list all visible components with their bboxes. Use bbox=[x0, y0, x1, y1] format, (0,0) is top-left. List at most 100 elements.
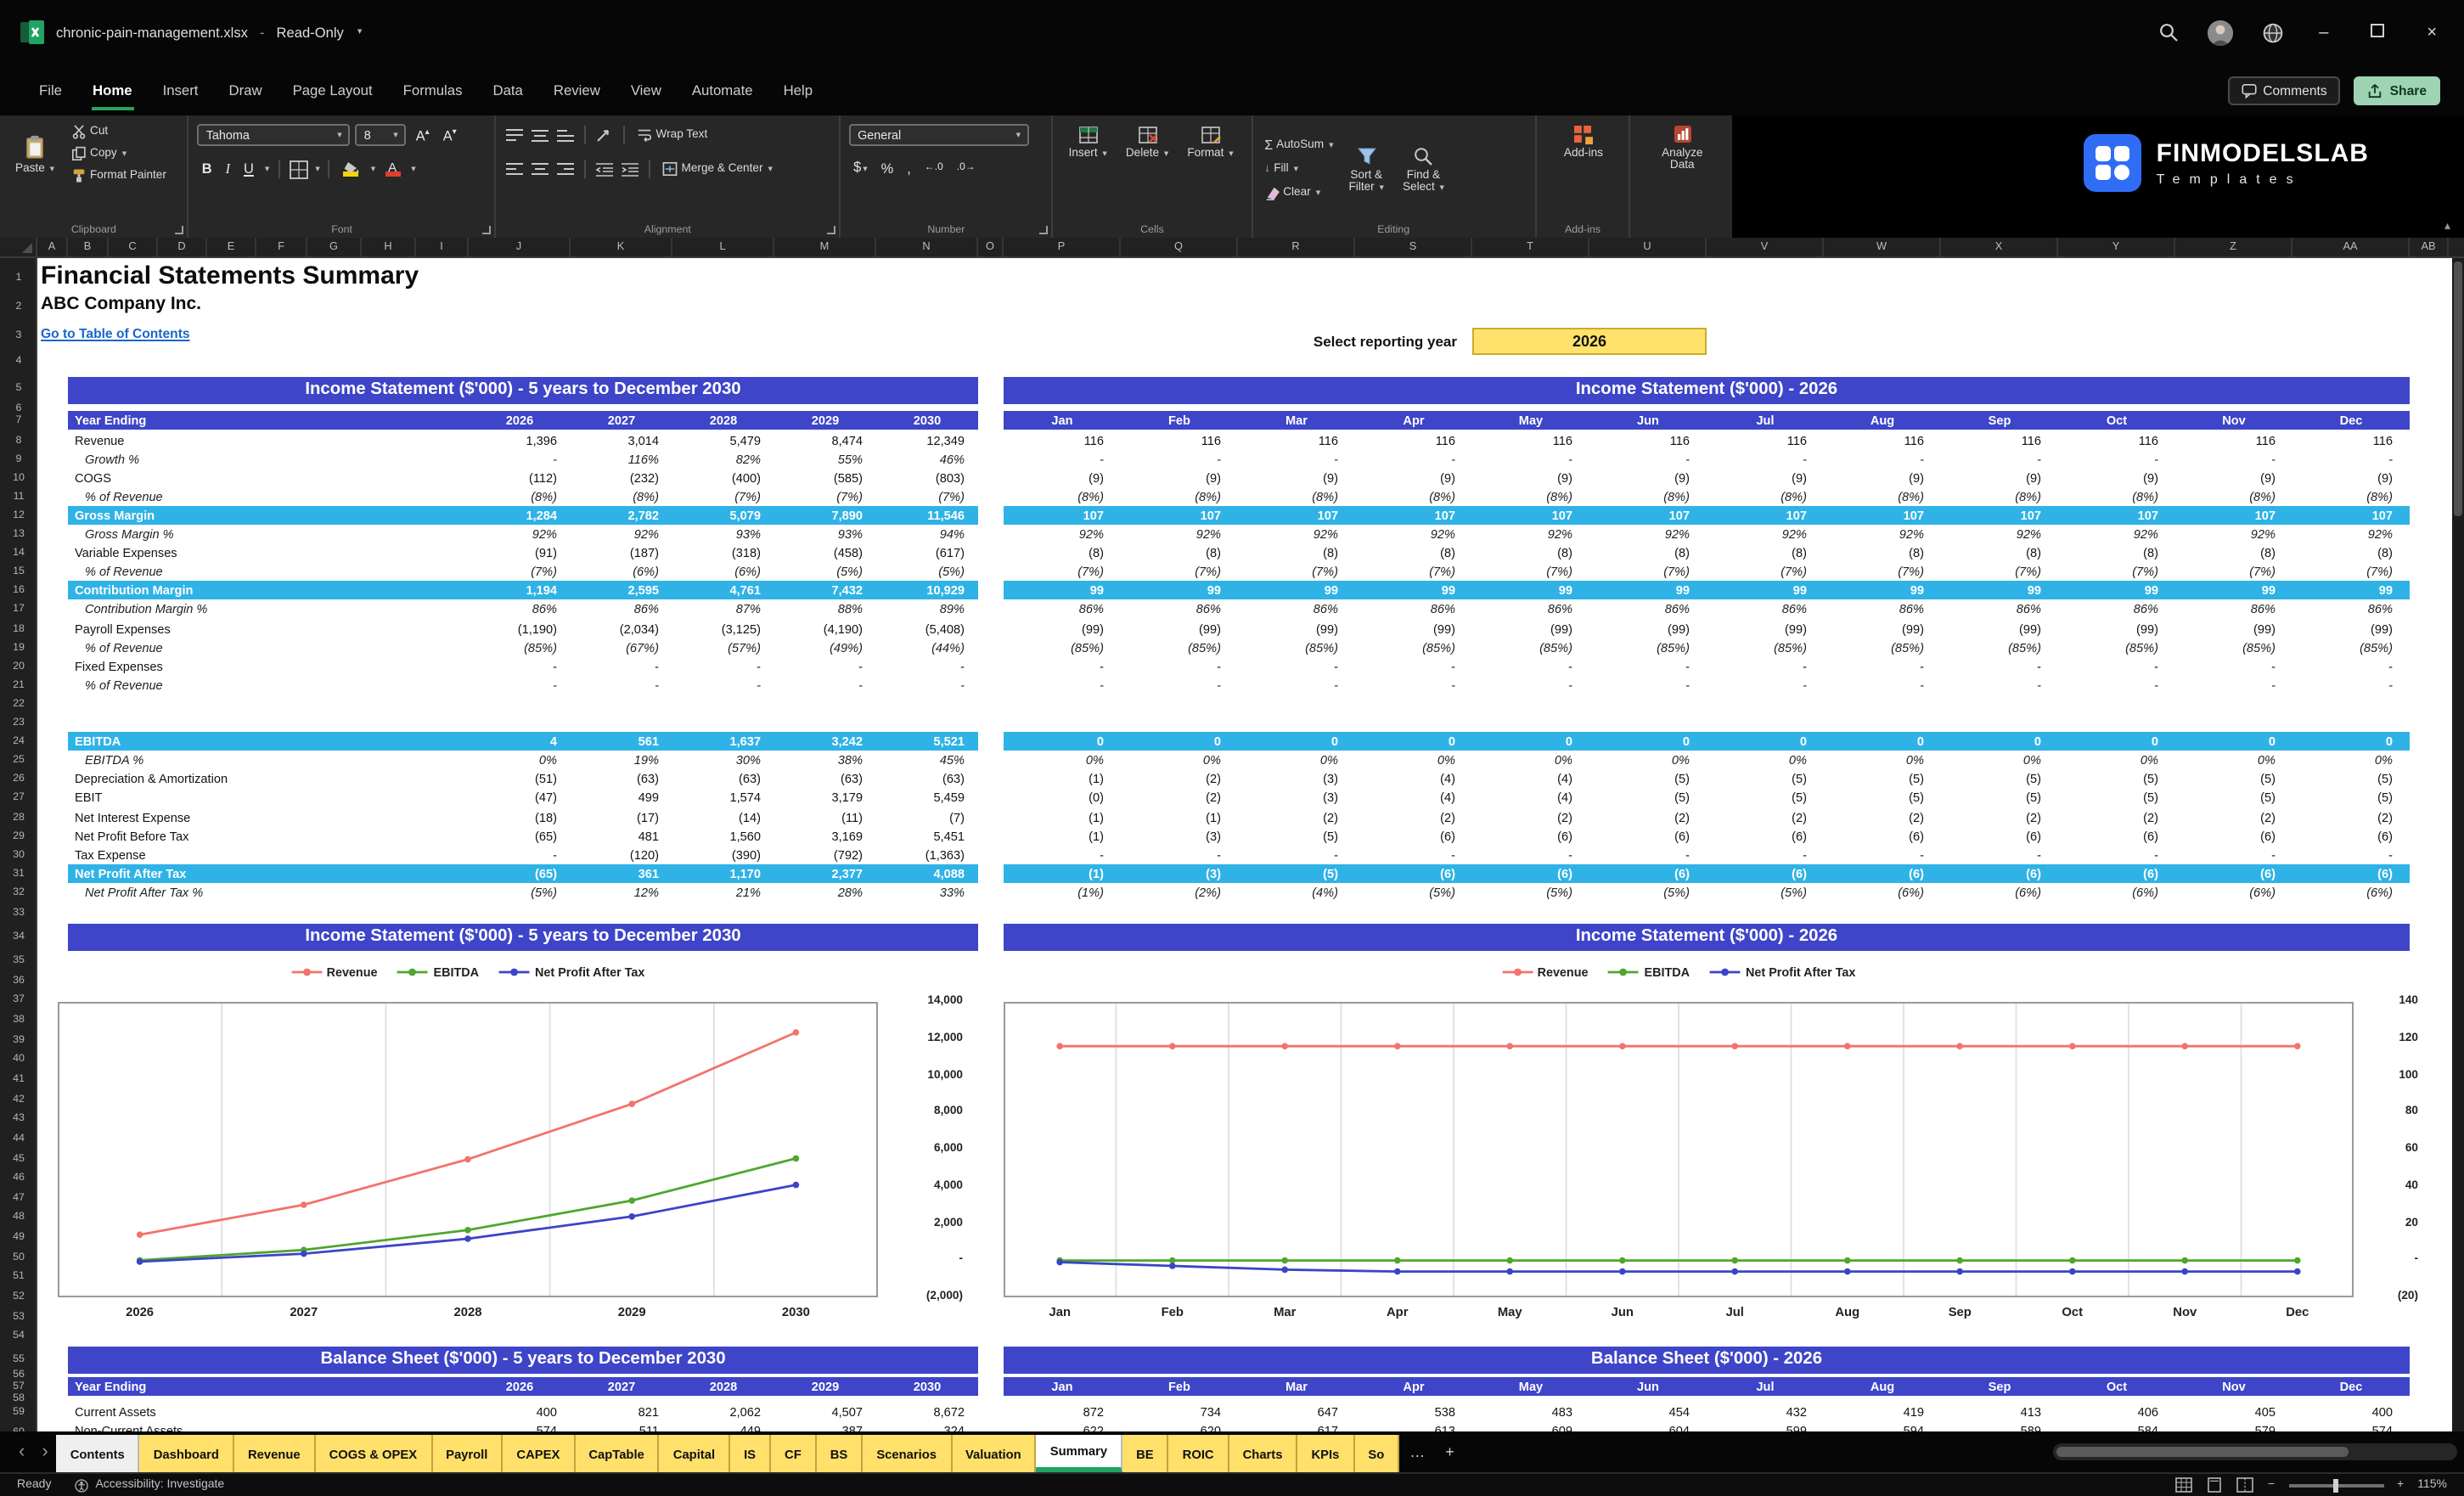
column-header-aa[interactable]: AA bbox=[2292, 238, 2410, 256]
row-header-15[interactable]: 15 bbox=[0, 562, 37, 581]
column-header-x[interactable]: X bbox=[1941, 238, 2058, 256]
sheet-tab-bs[interactable]: BS bbox=[816, 1435, 864, 1472]
row-header-22[interactable]: 22 bbox=[0, 695, 37, 713]
accounting-format-button[interactable]: $ ▾ bbox=[849, 156, 872, 182]
row-header-20[interactable]: 20 bbox=[0, 656, 37, 675]
row-header-39[interactable]: 39 bbox=[0, 1030, 37, 1049]
decrease-indent-button[interactable] bbox=[595, 159, 616, 179]
orientation-button[interactable] bbox=[595, 125, 616, 145]
row-header-26[interactable]: 26 bbox=[0, 770, 37, 789]
sheet-tab-scenarios[interactable]: Scenarios bbox=[863, 1435, 952, 1472]
row-header-49[interactable]: 49 bbox=[0, 1228, 37, 1247]
sheet-tab-so[interactable]: So bbox=[1354, 1435, 1400, 1472]
decrease-decimal-button[interactable]: .0→ bbox=[953, 158, 980, 180]
search-icon[interactable] bbox=[2157, 22, 2178, 42]
font-dialog-launcher[interactable] bbox=[482, 226, 492, 234]
increase-font-size-button[interactable]: A▴ bbox=[412, 122, 434, 147]
format-cells-button[interactable]: Format ▾ bbox=[1180, 121, 1240, 163]
reporting-year-input[interactable]: 2026 bbox=[1472, 328, 1707, 355]
tabs-scroll-left-button[interactable]: ‹ bbox=[10, 1431, 33, 1472]
align-bottom-button[interactable] bbox=[556, 125, 577, 145]
row-header-17[interactable]: 17 bbox=[0, 600, 37, 619]
row-header-53[interactable]: 53 bbox=[0, 1307, 37, 1326]
row-header-38[interactable]: 38 bbox=[0, 1010, 37, 1030]
clear-button[interactable]: Clear ▾ bbox=[1261, 182, 1336, 204]
row-header-36[interactable]: 36 bbox=[0, 970, 37, 990]
row-header-2[interactable]: 2 bbox=[0, 294, 37, 321]
column-header-u[interactable]: U bbox=[1589, 238, 1707, 256]
column-header-t[interactable]: T bbox=[1472, 238, 1589, 256]
row-header-40[interactable]: 40 bbox=[0, 1050, 37, 1070]
menu-tab-data[interactable]: Data bbox=[477, 66, 537, 114]
menu-tab-automate[interactable]: Automate bbox=[677, 66, 768, 114]
wrap-text-button[interactable]: Wrap Text bbox=[634, 124, 712, 146]
row-header-28[interactable]: 28 bbox=[0, 807, 37, 826]
menu-tab-view[interactable]: View bbox=[616, 66, 677, 114]
column-header-ac[interactable]: AC bbox=[2449, 238, 2464, 256]
insert-cells-button[interactable]: Insert ▾ bbox=[1062, 121, 1114, 163]
row-header-14[interactable]: 14 bbox=[0, 543, 37, 562]
row-header-35[interactable]: 35 bbox=[0, 951, 37, 970]
row-header-21[interactable]: 21 bbox=[0, 676, 37, 695]
table-of-contents-link[interactable]: Go to Table of Contents bbox=[41, 326, 190, 341]
column-header-o[interactable]: O bbox=[978, 238, 1004, 256]
column-header-q[interactable]: Q bbox=[1121, 238, 1238, 256]
column-header-s[interactable]: S bbox=[1355, 238, 1472, 256]
autosum-button[interactable]: Σ AutoSum ▾ bbox=[1261, 134, 1336, 156]
page-layout-view-button[interactable] bbox=[2207, 1477, 2224, 1493]
share-button[interactable]: Share bbox=[2354, 76, 2440, 104]
row-header-1[interactable]: 1 bbox=[0, 262, 37, 294]
row-header-16[interactable]: 16 bbox=[0, 582, 37, 600]
row-header-7[interactable]: 7 bbox=[0, 411, 37, 430]
row-header-18[interactable]: 18 bbox=[0, 619, 37, 638]
row-header-13[interactable]: 13 bbox=[0, 525, 37, 543]
row-header-30[interactable]: 30 bbox=[0, 845, 37, 863]
row-header-25[interactable]: 25 bbox=[0, 751, 37, 769]
row-header-44[interactable]: 44 bbox=[0, 1129, 37, 1149]
row-header-48[interactable]: 48 bbox=[0, 1208, 37, 1228]
zoom-out-button[interactable]: − bbox=[2268, 1479, 2275, 1491]
column-header-j[interactable]: J bbox=[469, 238, 571, 256]
zoom-slider-thumb[interactable] bbox=[2332, 1478, 2338, 1492]
row-header-19[interactable]: 19 bbox=[0, 638, 37, 656]
row-header-5[interactable]: 5 bbox=[0, 372, 37, 405]
sheet-tab-revenue[interactable]: Revenue bbox=[233, 1435, 316, 1472]
zoom-in-button[interactable]: + bbox=[2397, 1479, 2404, 1491]
accessibility-status[interactable]: Accessibility: Investigate bbox=[75, 1478, 224, 1492]
column-header-r[interactable]: R bbox=[1238, 238, 1355, 256]
column-header-w[interactable]: W bbox=[1824, 238, 1941, 256]
tabs-scroll-right-button[interactable]: › bbox=[33, 1431, 56, 1472]
row-header-8[interactable]: 8 bbox=[0, 430, 37, 449]
avatar[interactable] bbox=[2207, 20, 2233, 45]
collapse-ribbon-button[interactable]: ▴ bbox=[2444, 219, 2450, 233]
row-header-31[interactable]: 31 bbox=[0, 864, 37, 883]
globe-icon[interactable] bbox=[2261, 21, 2283, 43]
comma-style-button[interactable]: , bbox=[903, 158, 915, 180]
column-header-g[interactable]: G bbox=[307, 238, 362, 256]
align-right-button[interactable] bbox=[556, 159, 577, 179]
sheet-tab-captable[interactable]: CapTable bbox=[575, 1435, 660, 1472]
cut-button[interactable]: Cut bbox=[68, 121, 170, 143]
font-size-select[interactable]: 8 ▾ bbox=[355, 124, 407, 146]
row-header-50[interactable]: 50 bbox=[0, 1248, 37, 1268]
vertical-scrollbar-thumb[interactable] bbox=[2454, 262, 2462, 516]
percent-style-button[interactable]: % bbox=[877, 158, 898, 180]
row-header-41[interactable]: 41 bbox=[0, 1070, 37, 1089]
minimize-button[interactable]: – bbox=[2312, 23, 2335, 42]
row-header-29[interactable]: 29 bbox=[0, 826, 37, 845]
row-header-24[interactable]: 24 bbox=[0, 732, 37, 751]
merge-center-button[interactable]: Merge & Center ▾ bbox=[660, 158, 776, 180]
row-header-10[interactable]: 10 bbox=[0, 468, 37, 486]
sheet-tab-kpis[interactable]: KPIs bbox=[1297, 1435, 1355, 1472]
row-header-23[interactable]: 23 bbox=[0, 713, 37, 732]
add-sheet-button[interactable]: + bbox=[1435, 1431, 1465, 1472]
delete-cells-button[interactable]: Delete ▾ bbox=[1119, 121, 1176, 163]
row-header-12[interactable]: 12 bbox=[0, 506, 37, 525]
column-header-i[interactable]: I bbox=[416, 238, 469, 256]
align-top-button[interactable] bbox=[505, 125, 526, 145]
font-color-button[interactable]: A bbox=[380, 161, 404, 177]
copy-button[interactable]: Copy ▾ bbox=[68, 143, 170, 165]
select-all-corner[interactable] bbox=[0, 238, 37, 256]
page-break-preview-button[interactable] bbox=[2237, 1477, 2254, 1493]
row-header-33[interactable]: 33 bbox=[0, 902, 37, 924]
